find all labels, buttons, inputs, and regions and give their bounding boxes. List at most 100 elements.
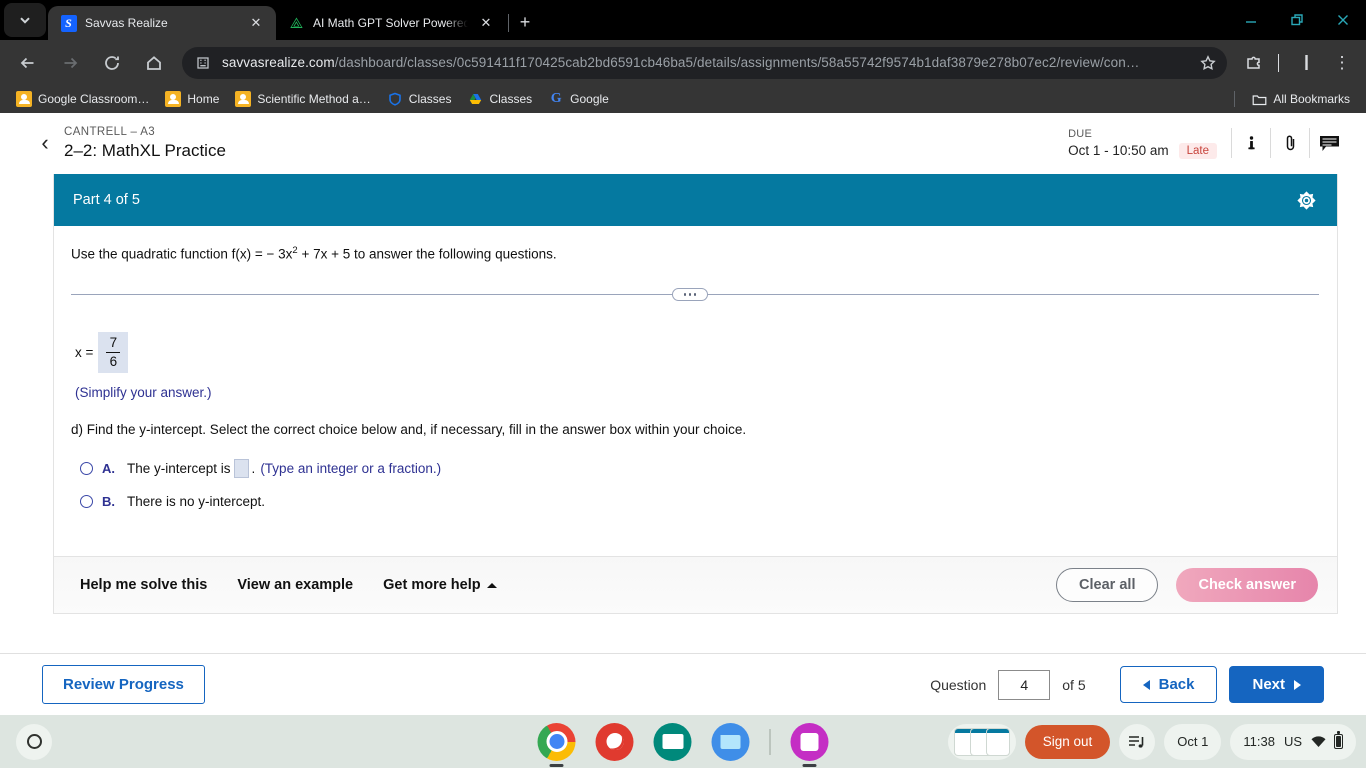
exercise-part-bar: Part 4 of 5 bbox=[54, 174, 1337, 226]
bookmark-classes-shield[interactable]: Classes bbox=[379, 88, 460, 110]
shelf-date: Oct 1 bbox=[1177, 734, 1209, 749]
browser-toolbar: savvasrealize.com/dashboard/classes/0c59… bbox=[0, 40, 1366, 85]
date-tray-button[interactable]: Oct 1 bbox=[1164, 723, 1222, 760]
assignment-header-right: DUE Oct 1 - 10:50 am Late bbox=[1068, 123, 1348, 163]
profile-avatar[interactable] bbox=[1290, 47, 1322, 79]
home-button-icon[interactable] bbox=[138, 47, 170, 79]
back-button-label: Back bbox=[1158, 676, 1195, 693]
question-total-label: of 5 bbox=[1062, 676, 1086, 693]
drive-icon bbox=[467, 91, 483, 107]
panel-splitter[interactable] bbox=[71, 287, 1319, 302]
forward-button-icon[interactable] bbox=[54, 47, 86, 79]
help-link-label: Help me solve this bbox=[80, 577, 208, 593]
radio-button-a[interactable] bbox=[80, 462, 93, 476]
clear-all-button[interactable]: Clear all bbox=[1056, 568, 1159, 602]
bookmark-scientific-method[interactable]: Scientific Method a… bbox=[227, 88, 378, 110]
status-tray-button[interactable]: 11:38 US bbox=[1230, 723, 1356, 760]
classroom-icon bbox=[165, 91, 182, 107]
bookmark-classes-drive[interactable]: Classes bbox=[459, 88, 540, 110]
classroom-icon bbox=[235, 91, 252, 107]
chrome-app-icon[interactable] bbox=[537, 722, 576, 767]
next-button-label: Next bbox=[1252, 676, 1285, 693]
chromeos-shelf: Sign out Oct 1 11:38 US bbox=[0, 715, 1366, 768]
exercise-card: Part 4 of 5 Use the quadratic function f… bbox=[53, 174, 1338, 557]
help-toolbar: Help me solve this View an example Get m… bbox=[53, 557, 1338, 614]
running-indicator bbox=[802, 763, 817, 767]
extensions-icon[interactable] bbox=[1237, 47, 1269, 79]
sign-out-button[interactable]: Sign out bbox=[1024, 724, 1111, 759]
status-badge: Late bbox=[1178, 142, 1217, 159]
drag-handle-dots[interactable] bbox=[672, 287, 708, 301]
folder-icon bbox=[1251, 91, 1267, 107]
get-more-help-button[interactable]: Get more help bbox=[383, 577, 497, 593]
comment-icon[interactable] bbox=[1310, 123, 1348, 163]
shelf-locale: US bbox=[1283, 734, 1302, 749]
paint-app-icon[interactable] bbox=[595, 722, 634, 761]
photos-app-icon[interactable] bbox=[790, 722, 829, 767]
simplify-note: (Simplify your answer.) bbox=[75, 385, 212, 401]
part-label: Part 4 of 5 bbox=[73, 192, 140, 208]
fraction-answer[interactable]: 7 6 bbox=[98, 331, 129, 374]
system-tray: Sign out Oct 1 11:38 US bbox=[947, 723, 1356, 760]
files-app-icon[interactable] bbox=[711, 722, 750, 761]
back-question-button[interactable]: Back bbox=[1119, 666, 1218, 703]
answer-input-a[interactable] bbox=[233, 459, 249, 479]
check-answer-button[interactable]: Check answer bbox=[1176, 568, 1318, 602]
choice-letter: B. bbox=[102, 494, 115, 510]
question-navigation: Question of 5 Back Next bbox=[930, 666, 1324, 703]
close-icon[interactable]: ✕ bbox=[476, 13, 496, 33]
question-number-input[interactable] bbox=[998, 669, 1051, 700]
bookmark-label: Google Classroom… bbox=[38, 92, 150, 106]
news-app-icon[interactable] bbox=[653, 722, 692, 761]
info-icon[interactable] bbox=[1232, 123, 1270, 163]
playlist-music-icon[interactable] bbox=[1119, 723, 1156, 760]
tab-title: Savvas Realize bbox=[85, 16, 168, 30]
site-info-icon[interactable] bbox=[192, 52, 214, 74]
new-tab-button[interactable]: + bbox=[511, 8, 539, 36]
tab-ai-math-gpt-solver[interactable]: ⟁ AI Math GPT Solver Powered by ✕ bbox=[276, 6, 506, 40]
all-bookmarks-button[interactable]: All Bookmarks bbox=[1243, 88, 1358, 110]
bottom-navigation: Review Progress Question of 5 Back Next bbox=[0, 653, 1366, 715]
bookmark-google[interactable]: G Google bbox=[540, 88, 617, 110]
fraction-numerator: 7 bbox=[109, 334, 118, 350]
question-label: Question bbox=[930, 676, 987, 693]
review-progress-button[interactable]: Review Progress bbox=[42, 665, 205, 704]
browser-window-preview[interactable] bbox=[947, 723, 1016, 760]
tab-search-button[interactable] bbox=[4, 3, 46, 37]
gear-icon[interactable] bbox=[1293, 187, 1319, 213]
battery-icon bbox=[1334, 731, 1343, 749]
tab-separator bbox=[508, 14, 509, 32]
shield-icon bbox=[387, 91, 403, 107]
url-path: /dashboard/classes/0c591411f170425cab2bd… bbox=[334, 55, 1140, 70]
restore-icon[interactable] bbox=[1274, 0, 1320, 40]
stem-suffix: to answer the following questions. bbox=[350, 246, 557, 262]
help-link-label: View an example bbox=[237, 577, 354, 593]
chrome-menu-icon[interactable]: ⋮ bbox=[1326, 47, 1358, 79]
bookmark-star-icon[interactable] bbox=[1195, 50, 1221, 76]
next-question-button[interactable]: Next bbox=[1229, 666, 1324, 703]
choice-hint: (Type an integer or a fraction.) bbox=[260, 461, 442, 477]
window-controls bbox=[1228, 0, 1366, 40]
bookmark-home[interactable]: Home bbox=[157, 88, 227, 110]
radio-button-b[interactable] bbox=[80, 495, 93, 509]
view-an-example-button[interactable]: View an example bbox=[237, 577, 353, 593]
choice-text-before: The y-intercept is bbox=[127, 461, 231, 477]
close-icon[interactable]: ✕ bbox=[246, 13, 266, 33]
address-bar[interactable]: savvasrealize.com/dashboard/classes/0c59… bbox=[182, 46, 1227, 79]
shelf-divider bbox=[769, 728, 771, 755]
bookmark-google-classroom[interactable]: Google Classroom… bbox=[8, 88, 157, 110]
minimize-icon[interactable] bbox=[1228, 0, 1274, 40]
reload-button-icon[interactable] bbox=[96, 47, 128, 79]
choice-b[interactable]: B. There is no y-intercept. bbox=[80, 494, 1319, 509]
paperclip-icon[interactable] bbox=[1271, 123, 1309, 163]
help-me-solve-this-button[interactable]: Help me solve this bbox=[80, 577, 207, 593]
launcher-circle-icon[interactable] bbox=[16, 723, 52, 760]
page-title: 2–2: MathXL Practice bbox=[64, 140, 226, 160]
triangle-left-icon bbox=[1142, 679, 1150, 690]
choice-a[interactable]: A. The y-intercept is . (Type an integer… bbox=[80, 459, 1319, 479]
close-icon[interactable] bbox=[1320, 0, 1366, 40]
tab-savvas-realize[interactable]: S Savvas Realize ✕ bbox=[48, 6, 276, 40]
chevron-left-icon[interactable]: ‹ bbox=[30, 130, 60, 156]
fraction-bar bbox=[106, 351, 121, 353]
back-button-icon[interactable] bbox=[12, 47, 44, 79]
